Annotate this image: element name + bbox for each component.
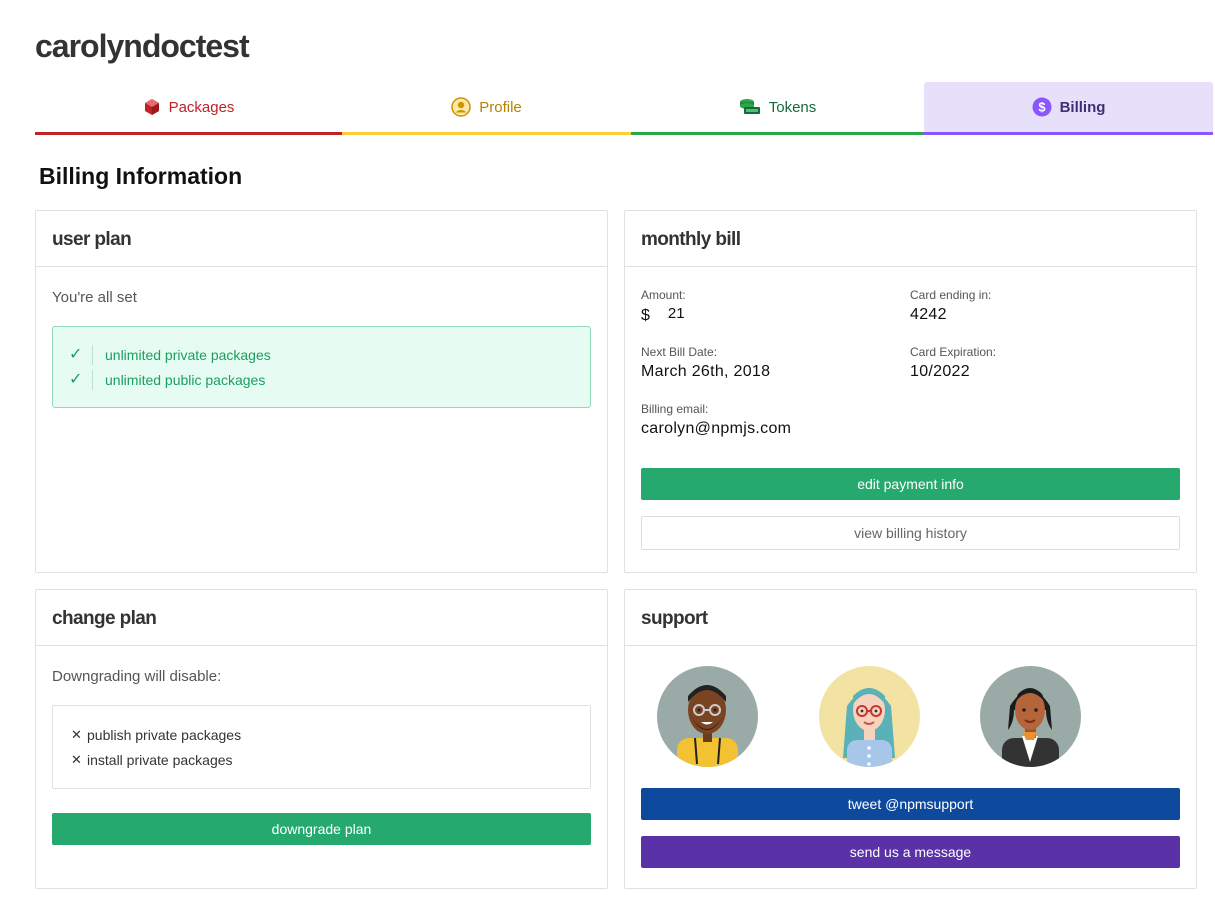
amount-label: Amount: [641, 288, 686, 302]
feature-label: unlimited private packages [105, 346, 271, 363]
tab-packages[interactable]: Packages [35, 82, 342, 135]
expiration-value: 10/2022 [910, 363, 970, 380]
tab-billing[interactable]: $ Billing [924, 82, 1213, 135]
user-plan-title: user plan [36, 211, 607, 267]
next-bill-label: Next Bill Date: [641, 345, 718, 359]
plan-features: ✓ unlimited private packages ✓ unlimited… [52, 326, 591, 408]
feature-label: unlimited public packages [105, 371, 266, 388]
tab-tokens-label: Tokens [768, 98, 817, 116]
expiration-label: Card Expiration: [910, 345, 997, 359]
tab-profile[interactable]: Profile [342, 82, 631, 135]
next-bill-value: March 26th, 2018 [641, 363, 771, 380]
page-title: Billing Information [39, 163, 243, 189]
tab-profile-label: Profile [479, 98, 522, 116]
downgrade-description: Downgrading will disable: [52, 668, 222, 685]
monthly-bill-card: monthly bill Amount: $ 21 Card ending in… [624, 210, 1197, 573]
x-icon: ✕ [71, 751, 82, 767]
next-bill-field: Next Bill Date: March 26th, 2018 [641, 345, 770, 381]
edit-payment-button[interactable]: edit payment info [641, 468, 1180, 500]
account-tabs: Packages Profile Tokens $ Billing [35, 82, 1213, 135]
disabled-features: ✕ publish private packages ✕ install pri… [52, 705, 591, 789]
package-icon [143, 98, 161, 116]
avatar [819, 666, 920, 767]
list-item: ✕ install private packages [71, 747, 572, 772]
send-message-button[interactable]: send us a message [641, 836, 1180, 868]
profile-icon [451, 97, 471, 117]
card-value: 4242 [910, 306, 947, 323]
support-title: support [625, 590, 1196, 646]
currency-symbol: $ [641, 307, 650, 324]
support-avatars [657, 666, 1097, 768]
view-billing-history-button[interactable]: view billing history [641, 516, 1180, 550]
checkmark-icon: ✓ [69, 369, 93, 390]
list-item: ✕ publish private packages [71, 722, 572, 747]
monthly-bill-title: monthly bill [625, 211, 1196, 267]
change-plan-card: change plan Downgrading will disable: ✕ … [35, 589, 608, 889]
avatar [657, 666, 758, 767]
username-heading: carolyndoctest [35, 28, 250, 64]
avatar [980, 666, 1081, 767]
email-value: carolyn@npmjs.com [641, 420, 792, 437]
tokens-icon [739, 98, 761, 116]
tweet-support-button[interactable]: tweet @npmsupport [641, 788, 1180, 820]
svg-text:$: $ [1038, 100, 1046, 115]
card-field: Card ending in: 4242 [910, 288, 991, 324]
email-label: Billing email: [641, 402, 709, 416]
disabled-feature-label: publish private packages [87, 726, 242, 743]
downgrade-plan-button[interactable]: downgrade plan [52, 813, 591, 845]
plan-status: You're all set [52, 289, 137, 306]
disabled-feature-label: install private packages [87, 751, 233, 768]
tab-packages-label: Packages [168, 98, 235, 116]
amount-value: 21 [667, 305, 685, 322]
change-plan-title: change plan [36, 590, 607, 646]
tab-billing-label: Billing [1059, 98, 1106, 116]
amount-field: Amount: $ 21 [641, 288, 686, 325]
tab-tokens[interactable]: Tokens [631, 82, 924, 135]
expiration-field: Card Expiration: 10/2022 [910, 345, 996, 381]
support-card: support tweet @npmsupport send us a mess… [624, 589, 1197, 889]
card-label: Card ending in: [910, 288, 992, 302]
list-item: ✓ unlimited public packages [69, 367, 574, 392]
email-field: Billing email: carolyn@npmjs.com [641, 402, 791, 438]
user-plan-card: user plan You're all set ✓ unlimited pri… [35, 210, 608, 573]
list-item: ✓ unlimited private packages [69, 342, 574, 367]
dollar-icon: $ [1032, 97, 1052, 117]
checkmark-icon: ✓ [69, 344, 93, 365]
x-icon: ✕ [71, 726, 82, 742]
